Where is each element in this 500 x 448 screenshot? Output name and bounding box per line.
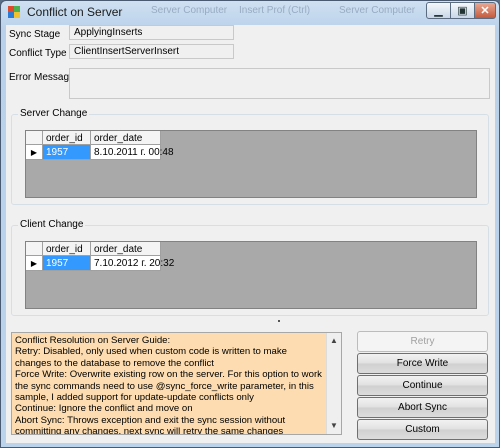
window-title: Conflict on Server bbox=[27, 5, 123, 19]
server-change-grid[interactable]: order_id order_date ▶ 1957 8.10.2011 г. … bbox=[25, 130, 477, 198]
cell-order-date[interactable]: 8.10.2011 г. 00:48 bbox=[91, 145, 174, 160]
force-write-button[interactable]: Force Write bbox=[357, 353, 488, 374]
close-button[interactable]: ✕ bbox=[474, 2, 496, 19]
client-change-group: Client Change order_id order_date ▶ 1957… bbox=[11, 219, 489, 316]
conflict-type-field[interactable]: ClientInsertServerInsert bbox=[69, 44, 234, 59]
client-change-grid[interactable]: order_id order_date ▶ 1957 7.10.2012 г. … bbox=[25, 241, 477, 309]
conflict-window: Conflict on Server Server Computer Inser… bbox=[0, 0, 500, 448]
divider-dot bbox=[278, 320, 280, 322]
scroll-down-icon[interactable]: ▼ bbox=[329, 421, 339, 431]
scroll-up-icon[interactable]: ▲ bbox=[329, 336, 339, 346]
grid-corner-header bbox=[26, 242, 43, 256]
cell-order-date[interactable]: 7.10.2012 г. 20:32 bbox=[91, 256, 174, 271]
maximize-icon: ▣ bbox=[457, 5, 468, 17]
app-icon bbox=[8, 6, 20, 18]
current-row-arrow-icon: ▶ bbox=[30, 258, 38, 268]
row-header[interactable]: ▶ bbox=[26, 256, 43, 271]
error-message-label: Error Message bbox=[9, 72, 75, 83]
retry-button[interactable]: Retry bbox=[357, 331, 488, 352]
cell-order-id[interactable]: 1957 bbox=[43, 145, 91, 160]
resolution-guide-textarea[interactable]: Conflict Resolution on Server Guide: Ret… bbox=[11, 332, 342, 435]
close-icon: ✕ bbox=[480, 5, 490, 17]
dialog-body: Sync Stage ApplyingInserts Conflict Type… bbox=[6, 25, 495, 443]
client-change-legend: Client Change bbox=[18, 219, 86, 230]
resolution-guide-text: Conflict Resolution on Server Guide: Ret… bbox=[15, 335, 322, 435]
server-change-legend: Server Change bbox=[18, 108, 90, 119]
grid-corner-header bbox=[26, 131, 43, 145]
current-row-arrow-icon: ▶ bbox=[30, 147, 38, 157]
cell-order-id[interactable]: 1957 bbox=[43, 256, 91, 271]
error-message-field[interactable] bbox=[69, 68, 490, 99]
minimize-icon: ▁ bbox=[434, 5, 443, 17]
maximize-button[interactable]: ▣ bbox=[450, 2, 475, 19]
minimize-button[interactable]: ▁ bbox=[426, 2, 451, 19]
column-header-order-id[interactable]: order_id bbox=[43, 131, 91, 145]
column-header-order-date[interactable]: order_date bbox=[91, 131, 161, 145]
continue-button[interactable]: Continue bbox=[357, 375, 488, 396]
row-header[interactable]: ▶ bbox=[26, 145, 43, 160]
background-window-title: Server Computer bbox=[339, 5, 416, 16]
sync-stage-field[interactable]: ApplyingInserts bbox=[69, 25, 234, 40]
server-change-group: Server Change order_id order_date ▶ 1957… bbox=[11, 108, 489, 205]
title-bar: Conflict on Server Server Computer Inser… bbox=[1, 1, 499, 23]
column-header-order-date[interactable]: order_date bbox=[91, 242, 161, 256]
sync-stage-label: Sync Stage bbox=[9, 29, 61, 40]
column-header-order-id[interactable]: order_id bbox=[43, 242, 91, 256]
conflict-type-label: Conflict Type bbox=[9, 48, 67, 59]
guide-scrollbar[interactable]: ▲ ▼ bbox=[326, 333, 341, 434]
abort-sync-button[interactable]: Abort Sync bbox=[357, 397, 488, 418]
background-window-title: Server Computer bbox=[151, 5, 228, 16]
background-window-title: Insert Prof (Ctrl) bbox=[239, 5, 311, 16]
custom-button[interactable]: Custom bbox=[357, 419, 488, 440]
